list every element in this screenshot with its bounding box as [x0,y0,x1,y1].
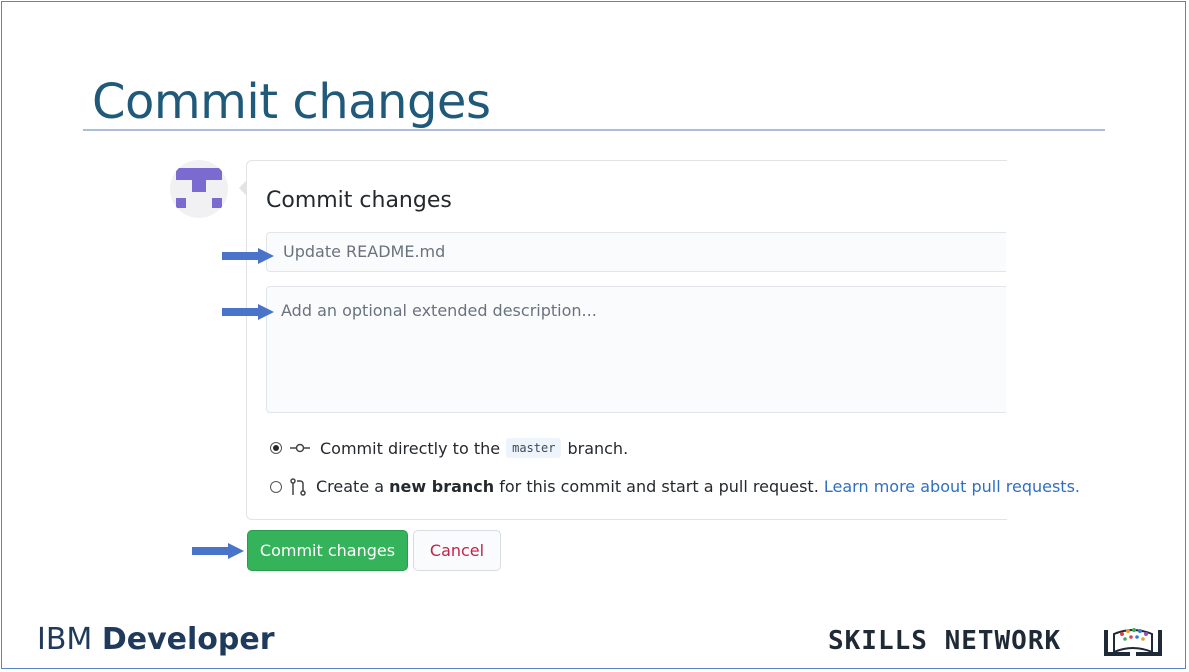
option-new-branch[interactable]: Create a new branch for this commit and … [270,477,1080,496]
radio-commit-direct[interactable] [270,442,282,454]
pull-request-icon [290,477,306,496]
radio-new-branch[interactable] [270,480,282,493]
commit-summary-input[interactable]: Update README.md [266,232,1006,272]
arrow-pointer-icon [222,248,274,264]
brand-suffix: Developer [101,622,275,657]
skills-network-logo [1104,628,1162,656]
option-new-branch-prefix: Create a [316,477,385,496]
learn-more-link[interactable]: Learn more about pull requests. [824,477,1080,496]
option-new-branch-bold: new branch [389,477,495,496]
ibm-developer-brand: IBM Developer [37,622,275,657]
option-direct-suffix: branch. [567,438,629,458]
slide-title: Commit changes [92,74,491,130]
commit-icon [290,443,310,453]
option-new-branch-middle: for this commit and start a pull request… [499,477,819,496]
skills-network-label: SKILLS NETWORK [828,626,1062,656]
commit-changes-button[interactable]: Commit changes [247,530,408,571]
option-direct-prefix: Commit directly to the [320,438,501,458]
brand-prefix: IBM [37,622,93,657]
cancel-button[interactable]: Cancel [413,530,501,571]
arrow-pointer-icon [192,543,244,559]
title-divider [83,129,1105,131]
commit-panel-heading: Commit changes [266,188,452,213]
option-commit-direct[interactable]: Commit directly to the master branch. [270,438,628,458]
arrow-pointer-icon [222,304,274,320]
commit-description-textarea[interactable]: Add an optional extended description... [266,286,1006,413]
user-avatar [170,160,228,218]
branch-name-chip: master [506,438,562,458]
